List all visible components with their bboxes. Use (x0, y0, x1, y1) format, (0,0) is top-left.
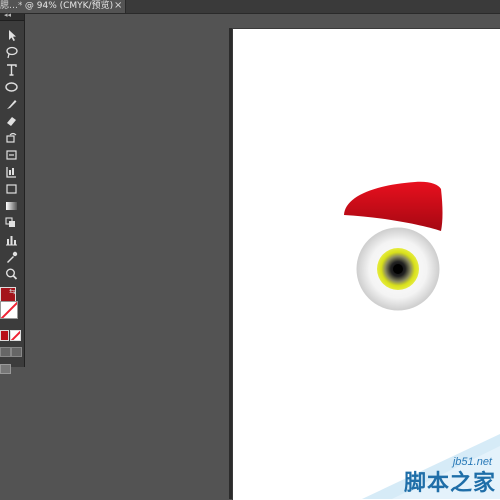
width-tool-icon[interactable] (4, 148, 19, 162)
tools-panel-grip[interactable]: ◂◂ (0, 11, 24, 21)
watermark-site-name: 脚本之家 (403, 471, 496, 496)
eyedropper-tool-icon[interactable] (4, 250, 19, 264)
eraser-tool-icon[interactable] (4, 114, 19, 128)
document-tab[interactable]: 腮…* @ 94% (CMYK/预览) × (0, 0, 126, 13)
ellipse-tool-icon[interactable] (4, 80, 19, 94)
gradient-tool-icon[interactable] (4, 199, 19, 213)
draw-normal-button[interactable] (0, 347, 11, 357)
document-tab-title: @ 94% (CMYK/预览) (24, 1, 114, 11)
double-arrow-icon[interactable]: ◂◂ (4, 11, 11, 19)
rotate-tool-icon[interactable] (4, 131, 19, 145)
type-tool-icon[interactable] (4, 63, 19, 77)
swap-arrow-icon[interactable]: ⇆ (9, 287, 16, 296)
fill-stroke-control[interactable]: ⇆ (0, 287, 22, 325)
tools-panel: ◂◂ ⇆ (0, 11, 25, 374)
lasso-tool-icon[interactable] (4, 45, 19, 59)
none-mode-button[interactable] (10, 330, 21, 341)
pupil-shape (393, 264, 403, 274)
shape-builder-tool-icon[interactable] (4, 165, 19, 179)
perspective-grid-tool-icon[interactable] (4, 182, 19, 196)
watermark: jb51.net 脚本之家 (362, 426, 500, 499)
color-mode-row (0, 330, 24, 341)
column-graph-tool-icon[interactable] (4, 233, 19, 247)
close-tab-button[interactable]: × (114, 0, 122, 12)
drawing-mode-row (0, 347, 24, 357)
color-mode-button[interactable] (0, 330, 9, 341)
draw-inside-button[interactable] (11, 347, 22, 357)
stroke-swatch[interactable] (0, 301, 18, 319)
selection-tool-icon[interactable] (4, 28, 19, 42)
cap-shape (344, 181, 443, 231)
document-tab-bar: 腮…* @ 94% (CMYK/预览) × (0, 0, 500, 14)
screen-mode-button[interactable] (0, 364, 11, 374)
pencil-tool-icon[interactable] (4, 97, 19, 111)
blend-tool-icon[interactable] (4, 216, 19, 230)
zoom-tool-icon[interactable] (4, 267, 19, 281)
